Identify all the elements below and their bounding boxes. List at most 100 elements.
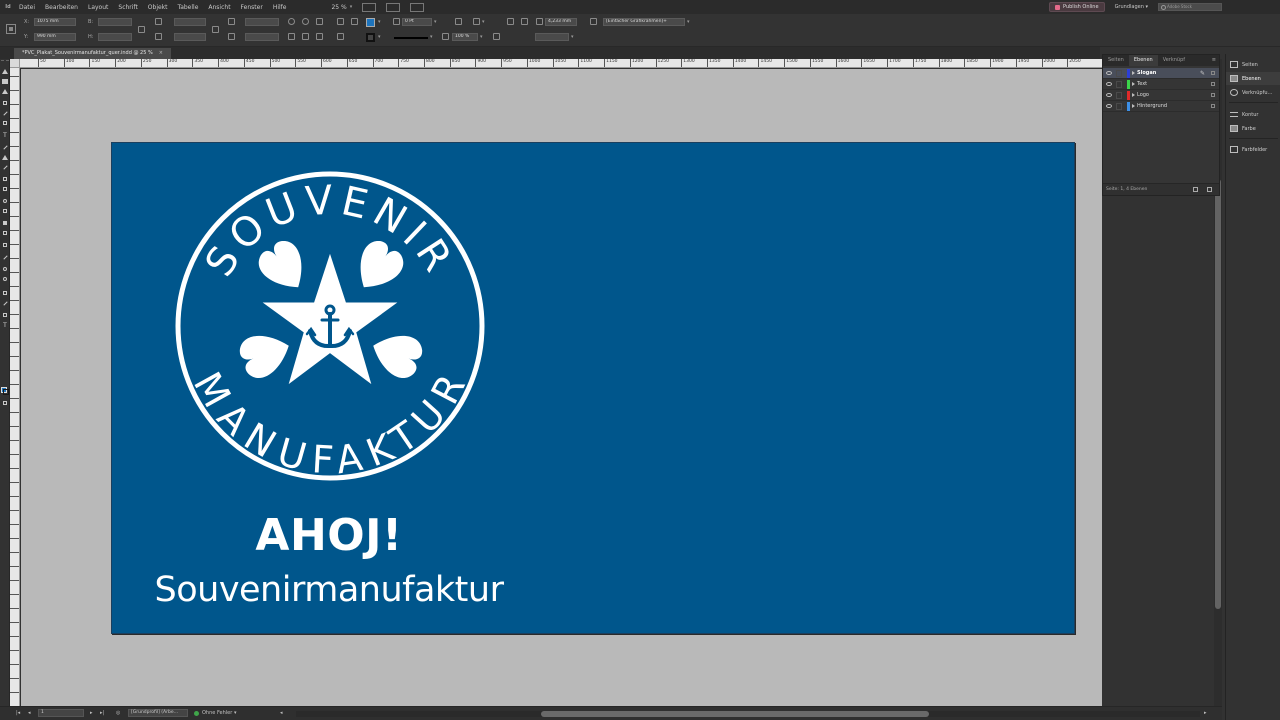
eyedropper-tool-icon[interactable] xyxy=(1,253,9,261)
content-collector-icon[interactable] xyxy=(1,119,9,127)
scissors-tool-icon[interactable] xyxy=(1,197,9,205)
swap-colors-icon[interactable] xyxy=(1,299,9,307)
eye-icon[interactable] xyxy=(1106,93,1112,97)
preflight-status-text[interactable]: Ohne Fehler xyxy=(202,710,232,716)
gap-tool-icon[interactable] xyxy=(1,109,9,117)
height-field[interactable] xyxy=(98,33,132,41)
screen-mode-tool-icon[interactable] xyxy=(1,399,9,407)
slogan-subtitle[interactable]: Souvenirmanufaktur xyxy=(112,570,546,610)
zoom-dropdown[interactable]: 25 % ▾ xyxy=(331,4,352,11)
slogan-title[interactable]: AHOJ! xyxy=(112,510,546,561)
rotate-cw-icon[interactable] xyxy=(288,18,295,25)
tab-verknuepfungen[interactable]: Verknüpf xyxy=(1158,55,1190,66)
layer-row[interactable]: Slogan ✎ xyxy=(1103,68,1219,79)
lock-toggle[interactable] xyxy=(1116,103,1122,110)
pen-tool-icon[interactable] xyxy=(1,153,9,161)
select-content-icon[interactable] xyxy=(316,33,323,40)
layer-target-icon[interactable] xyxy=(1211,93,1215,97)
screen-mode-icon[interactable] xyxy=(386,2,401,12)
select-container-icon[interactable] xyxy=(316,18,323,25)
page-tool-icon[interactable] xyxy=(1,99,9,107)
next-object-icon[interactable] xyxy=(337,33,344,40)
vertical-scroll-thumb[interactable] xyxy=(1215,179,1221,609)
stroke-dropdown-icon[interactable]: ▾ xyxy=(378,34,381,40)
tab-ebenen[interactable]: Ebenen xyxy=(1128,55,1158,66)
publish-online-button[interactable]: Publish Online xyxy=(1049,2,1105,12)
layer-target-icon[interactable] xyxy=(1211,82,1215,86)
free-transform-tool-icon[interactable] xyxy=(1,207,9,215)
workspace-dropdown[interactable]: Grundlagen ▾ xyxy=(1115,4,1148,10)
document-tab[interactable]: *PVC_Plakat_Souvenirmanufaktur_quer.indd… xyxy=(14,48,171,59)
stroke-weight-field[interactable]: 0 Pt xyxy=(402,18,432,26)
align-icon[interactable] xyxy=(351,18,358,25)
first-page-icon[interactable]: |◂ xyxy=(16,710,20,716)
next-page-icon[interactable]: ▸ xyxy=(90,710,93,716)
rectangle-frame-tool-icon[interactable] xyxy=(1,175,9,183)
secondary-dropdown-icon[interactable]: ▾ xyxy=(571,34,574,40)
menu-fenster[interactable]: Fenster xyxy=(236,4,268,11)
scale-x-field[interactable] xyxy=(174,18,206,26)
stroke-type-preview[interactable] xyxy=(394,37,428,39)
layer-target-icon[interactable] xyxy=(1211,71,1215,75)
trash-icon[interactable] xyxy=(1207,187,1212,192)
direct-selection-tool-icon[interactable] xyxy=(1,87,9,95)
lock-toggle[interactable] xyxy=(1116,92,1122,99)
gradient-swatch-tool-icon[interactable] xyxy=(1,219,9,227)
opacity-dropdown-icon[interactable]: ▾ xyxy=(480,34,483,40)
zoom-tool-icon[interactable] xyxy=(1,275,9,283)
layer-row[interactable]: Hintergrund xyxy=(1103,101,1219,112)
stroke-weight-dropdown-icon[interactable]: ▾ xyxy=(434,19,437,25)
frame-fitting-icon[interactable] xyxy=(455,18,462,25)
dock-verknuepfungen[interactable]: Verknüpfu… xyxy=(1226,86,1280,99)
new-layer-icon[interactable] xyxy=(1193,187,1198,192)
dock-ebenen[interactable]: Ebenen xyxy=(1226,72,1280,85)
scroll-left-icon[interactable]: ◂ xyxy=(280,710,283,716)
text-wrap-icon[interactable] xyxy=(507,18,514,25)
dock-farbfelder[interactable]: Farbfelder xyxy=(1226,143,1280,156)
formatting-text-icon[interactable]: T xyxy=(1,321,9,329)
arrange-documents-icon[interactable] xyxy=(410,2,425,12)
constrain-scale-icon[interactable] xyxy=(212,26,219,33)
view-options-icon[interactable] xyxy=(362,2,377,12)
last-page-icon[interactable]: ▸| xyxy=(100,710,104,716)
layer-row[interactable]: Text xyxy=(1103,79,1219,90)
vertical-ruler[interactable] xyxy=(10,68,20,706)
hand-tool-icon[interactable] xyxy=(1,265,9,273)
dock-kontur[interactable]: Kontur xyxy=(1226,108,1280,121)
rotation-field[interactable] xyxy=(245,18,279,26)
panel-menu-icon[interactable]: ≡ xyxy=(1212,55,1216,66)
formatting-container-icon[interactable] xyxy=(1,311,9,319)
open-page-icon[interactable]: ◎ xyxy=(116,710,120,716)
dock-seiten[interactable]: Seiten xyxy=(1226,58,1280,71)
expand-triangle-icon[interactable] xyxy=(1132,93,1135,97)
scroll-right-icon[interactable]: ▸ xyxy=(1204,710,1207,716)
default-colors-icon[interactable] xyxy=(1,289,9,297)
preflight-menu-icon[interactable]: ▾ xyxy=(234,710,237,716)
object-style-dropdown[interactable]: [Einfacher Grafikrahmen]+ xyxy=(603,18,685,26)
eye-icon[interactable] xyxy=(1106,82,1112,86)
flip-horizontal-icon[interactable] xyxy=(288,33,295,40)
lock-toggle[interactable] xyxy=(1116,81,1122,88)
menu-objekt[interactable]: Objekt xyxy=(143,4,173,11)
stroke-swatch[interactable] xyxy=(366,33,375,42)
flip-vertical-icon[interactable] xyxy=(302,33,309,40)
menu-hilfe[interactable]: Hilfe xyxy=(268,4,292,11)
dock-farbe[interactable]: Farbe xyxy=(1226,122,1280,135)
horizontal-ruler[interactable]: 50 100 150 200 250 300 350 400 450 500 550 600 650 70… xyxy=(20,59,1102,68)
y-position-field[interactable]: 990 mm xyxy=(34,33,76,41)
stroke-type-dropdown-icon[interactable]: ▾ xyxy=(430,34,433,40)
lock-toggle[interactable] xyxy=(1116,70,1122,77)
panel-grip[interactable] xyxy=(1,60,9,63)
page-number-field[interactable]: 1 xyxy=(38,709,84,717)
gradient-feather-tool-icon[interactable] xyxy=(1,229,9,237)
rotate-ccw-icon[interactable] xyxy=(302,18,309,25)
menu-layout[interactable]: Layout xyxy=(83,4,113,11)
expand-triangle-icon[interactable] xyxy=(1132,104,1135,108)
horizontal-scroll-thumb[interactable] xyxy=(541,711,929,717)
ruler-origin[interactable] xyxy=(10,59,20,68)
opacity-field[interactable]: 100 % xyxy=(452,33,478,41)
eye-icon[interactable] xyxy=(1106,104,1112,108)
master-dropdown[interactable]: [Grundprofil] (Arbe… xyxy=(128,709,188,717)
previous-page-icon[interactable]: ◂ xyxy=(28,710,31,716)
menu-tabelle[interactable]: Tabelle xyxy=(173,4,204,11)
